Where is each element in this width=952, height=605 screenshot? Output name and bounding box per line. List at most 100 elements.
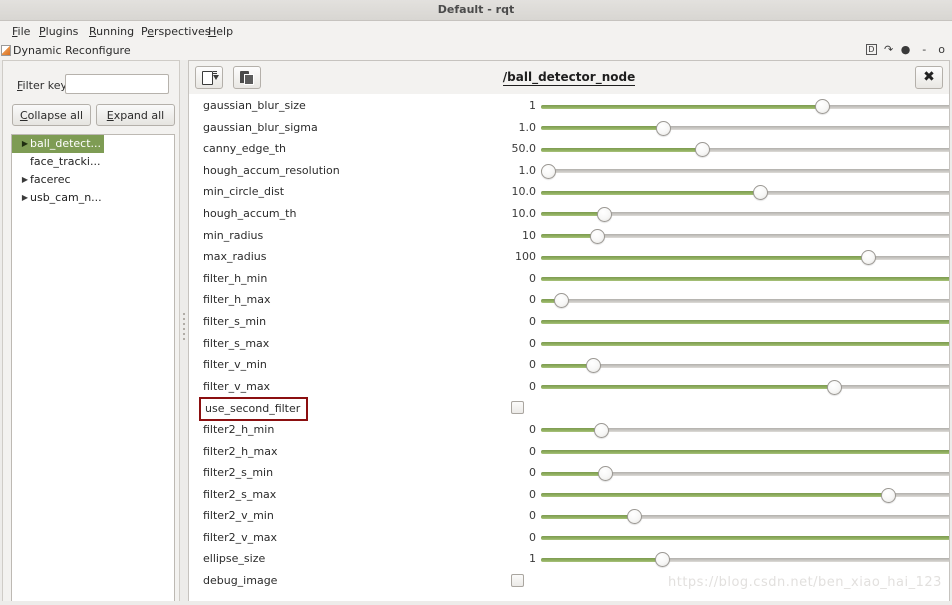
close-icon[interactable]: ✖ (915, 66, 943, 89)
collapse-all-button[interactable]: Collapse all (12, 104, 91, 126)
param-name-label: hough_accum_resolution (203, 163, 340, 177)
menu-plugins[interactable]: Plugins (35, 24, 82, 39)
filter-key-input[interactable] (65, 74, 169, 94)
parameter-list: gaussian_blur_size1117gaussian_blur_sigm… (189, 95, 949, 602)
param-name-label: canny_edge_th (203, 142, 287, 156)
slider-fill (541, 212, 605, 217)
slider-fill (541, 450, 949, 454)
param-min-label: 0 (529, 314, 536, 328)
param-slider[interactable] (541, 206, 949, 222)
param-min-label: 0 (529, 530, 536, 544)
param-min-label: 10 (522, 228, 536, 242)
param-min-label: 0 (529, 509, 536, 523)
expand-arrow-icon[interactable]: ▶ (20, 189, 30, 207)
slider-handle[interactable] (589, 228, 605, 244)
slider-fill (541, 277, 949, 282)
param-slider[interactable] (541, 536, 949, 541)
param-slider[interactable] (541, 487, 949, 503)
param-slider[interactable] (541, 228, 949, 244)
expand-arrow-icon[interactable]: ▶ (20, 171, 30, 189)
splitter-grip[interactable] (183, 313, 185, 343)
tree-item-3[interactable]: ▶ usb_cam_n... (12, 189, 174, 207)
menubar: File Plugins Running Perspectives Help (0, 21, 952, 42)
slider-handle[interactable] (694, 142, 710, 158)
param-min-label: 0 (529, 487, 536, 501)
maximize-icon[interactable]: o (934, 43, 946, 56)
slider-track[interactable] (541, 298, 949, 303)
slider-handle[interactable] (598, 466, 613, 482)
slider-handle[interactable] (655, 552, 670, 568)
reload-icon[interactable]: ↷ (884, 43, 894, 56)
slider-handle[interactable] (596, 206, 612, 222)
slider-handle[interactable] (861, 250, 877, 266)
param-slider[interactable] (541, 250, 949, 266)
slider-fill (541, 557, 663, 562)
param-row: filter_v_min025525 (189, 354, 949, 376)
param-name-label: gaussian_blur_size (203, 99, 306, 112)
menu-running[interactable]: Running (85, 24, 138, 39)
param-name-label: filter2_s_max (203, 487, 277, 501)
param-name-label: filter_s_max (203, 336, 270, 350)
slider-handle[interactable] (554, 293, 570, 309)
param-name-label: min_radius (203, 228, 264, 242)
menu-perspectives[interactable]: Perspectives (137, 24, 214, 39)
slider-fill (541, 342, 949, 347)
node-tree[interactable]: ▶ball_detect...▶face_tracki...▶facerec▶u… (11, 134, 175, 605)
param-name-label: gaussian_blur_sigma (203, 120, 318, 134)
slider-handle[interactable] (655, 120, 671, 136)
param-slider[interactable] (541, 163, 949, 179)
param-name-label: filter_h_min (203, 271, 268, 285)
slider-track[interactable] (541, 363, 949, 368)
slider-handle[interactable] (541, 163, 556, 179)
panel-splitter[interactable] (181, 60, 188, 603)
param-slider[interactable] (541, 422, 949, 438)
param-slider[interactable] (541, 142, 949, 158)
param-slider[interactable] (541, 293, 949, 309)
tree-item-1[interactable]: ▶face_tracki... (12, 153, 174, 171)
param-min-label: 0 (529, 422, 536, 436)
param-name-label: filter2_v_max (203, 530, 278, 544)
slider-handle[interactable] (826, 379, 842, 395)
param-slider[interactable] (541, 379, 949, 395)
param-slider[interactable] (541, 466, 949, 482)
tree-item-0[interactable]: ▶ ball_detect... (12, 135, 104, 153)
slider-handle[interactable] (753, 185, 769, 201)
param-min-label: 0 (529, 379, 536, 393)
menu-file[interactable]: File (8, 24, 34, 39)
slider-track[interactable] (541, 169, 949, 174)
param-slider[interactable] (541, 552, 949, 568)
tree-item-2[interactable]: ▶ facerec (12, 171, 174, 189)
param-checkbox[interactable] (511, 401, 524, 415)
param-slider[interactable] (541, 358, 949, 374)
slider-handle[interactable] (814, 99, 830, 114)
param-slider[interactable] (541, 277, 949, 282)
menu-help[interactable]: Help (204, 24, 237, 39)
param-slider[interactable] (541, 185, 949, 201)
param-slider[interactable] (541, 120, 949, 136)
slider-handle[interactable] (594, 422, 610, 438)
dock-icon[interactable]: D (866, 44, 878, 55)
param-checkbox[interactable] (511, 574, 524, 588)
slider-handle[interactable] (626, 509, 642, 525)
parameter-panel-header: /ball_detector_node ✖ (189, 61, 949, 95)
help-icon[interactable]: ● (901, 43, 912, 56)
param-slider[interactable] (541, 509, 949, 525)
param-min-label: 1 (529, 552, 536, 566)
slider-fill (541, 385, 835, 390)
param-slider[interactable] (541, 450, 949, 455)
plugin-header-row: Dynamic Reconfigure D ↷ ● - o (0, 42, 952, 60)
param-slider[interactable] (541, 320, 949, 325)
param-slider[interactable] (541, 342, 949, 347)
slider-fill (541, 147, 703, 152)
minimize-icon[interactable]: - (918, 43, 927, 56)
param-slider[interactable] (541, 99, 949, 114)
slider-handle[interactable] (880, 487, 896, 503)
plugin-window-controls[interactable]: D ↷ ● - o (864, 43, 946, 56)
expand-all-button[interactable]: Expand all (96, 104, 175, 126)
parameter-panel: /ball_detector_node ✖ gaussian_blur_size… (188, 60, 950, 603)
expand-arrow-icon[interactable]: ▶ (20, 135, 30, 153)
window-title: Default - rqt (437, 3, 515, 16)
slider-handle[interactable] (585, 358, 601, 374)
param-name-label: max_radius (203, 250, 267, 264)
param-name-label: filter_v_max (203, 379, 271, 393)
